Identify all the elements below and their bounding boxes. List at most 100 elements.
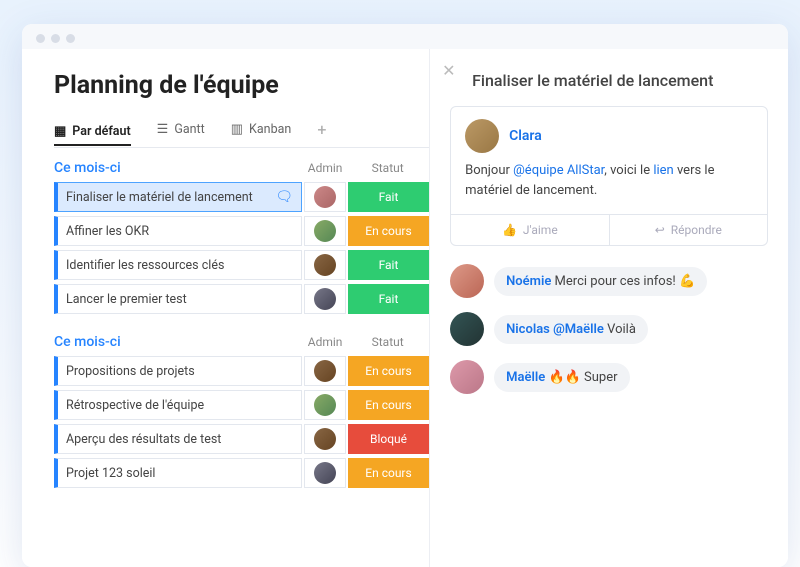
conversation-icon[interactable]: 🗨 (275, 189, 293, 205)
panel-title: Finaliser le matériel de lancement (472, 71, 768, 90)
task-name: Projet 123 soleil (66, 466, 155, 481)
comments: Noémie Merci pour ces infos! 💪 Nicolas @… (450, 264, 768, 394)
col-admin: Admin (304, 161, 346, 175)
mention-link[interactable]: @équipe AllStar (513, 163, 604, 178)
table-row: Propositions de projets En cours (54, 356, 429, 386)
commenter-name[interactable]: Maëlle (506, 370, 545, 385)
tab-kanban[interactable]: ▥ Kanban (231, 118, 292, 141)
view-tabs: ▦ Par défaut ☰ Gantt ▥ Kanban + (54, 118, 429, 148)
thumbs-up-icon: 👍 (502, 223, 517, 237)
status-cell[interactable]: Fait (348, 182, 429, 212)
table-row: Rétrospective de l'équipe En cours (54, 390, 429, 420)
task-cell[interactable]: Lancer le premier test (54, 284, 302, 314)
tab-default[interactable]: ▦ Par défaut (54, 120, 131, 146)
card-actions: 👍 J'aime ↩ Répondre (451, 214, 767, 245)
avatar (450, 360, 484, 394)
avatar (314, 288, 336, 310)
reply-button[interactable]: ↩ Répondre (609, 215, 767, 245)
task-name: Identifier les ressources clés (66, 258, 224, 273)
status-cell[interactable]: Bloqué (348, 424, 429, 454)
update-card: Clara Bonjour @équipe AllStar, voici le … (450, 106, 768, 246)
comment-text: 🔥🔥 Super (545, 370, 617, 385)
admin-cell[interactable] (304, 390, 346, 420)
reply-icon: ↩ (655, 223, 665, 237)
status-cell[interactable]: En cours (348, 216, 429, 246)
comment-bubble[interactable]: Maëlle 🔥🔥 Super (494, 363, 629, 392)
kanban-icon: ▥ (231, 122, 243, 137)
groups: Ce mois-ci Admin Statut Finaliser le mat… (54, 160, 429, 488)
task-group: Ce mois-ci Admin Statut Propositions de … (54, 334, 429, 488)
avatar (465, 119, 499, 153)
group-title[interactable]: Ce mois-ci (54, 160, 304, 176)
comment-text: Merci pour ces infos! 💪 (551, 274, 695, 289)
task-name: Affiner les OKR (66, 224, 149, 239)
task-cell[interactable]: Propositions de projets (54, 356, 302, 386)
task-name: Rétrospective de l'équipe (66, 398, 204, 413)
table-row: Aperçu des résultats de test Bloqué (54, 424, 429, 454)
content-area: Planning de l'équipe ▦ Par défaut ☰ Gant… (22, 49, 788, 567)
comment-row: Maëlle 🔥🔥 Super (450, 360, 768, 394)
avatar (314, 360, 336, 382)
gantt-icon: ☰ (157, 122, 169, 137)
admin-cell[interactable] (304, 216, 346, 246)
main-panel: Planning de l'équipe ▦ Par défaut ☰ Gant… (22, 49, 429, 567)
status-cell[interactable]: En cours (348, 390, 429, 420)
task-cell[interactable]: Identifier les ressources clés (54, 250, 302, 280)
task-cell[interactable]: Projet 123 soleil (54, 458, 302, 488)
comment-bubble[interactable]: Nicolas @Maëlle Voilà (494, 315, 648, 344)
like-button[interactable]: 👍 J'aime (451, 215, 608, 245)
avatar (450, 312, 484, 346)
status-cell[interactable]: Fait (348, 250, 429, 280)
comment-bubble[interactable]: Noémie Merci pour ces infos! 💪 (494, 267, 707, 296)
commenter-name[interactable]: Nicolas (506, 322, 550, 337)
col-status: Statut (346, 161, 429, 175)
task-name: Propositions de projets (66, 364, 195, 379)
tab-label: Par défaut (72, 124, 130, 139)
table-icon: ▦ (54, 124, 66, 139)
table-row: Identifier les ressources clés Fait (54, 250, 429, 280)
status-cell[interactable]: Fait (348, 284, 429, 314)
admin-cell[interactable] (304, 458, 346, 488)
task-cell[interactable]: Aperçu des résultats de test (54, 424, 302, 454)
avatar (314, 462, 336, 484)
col-status: Statut (346, 335, 429, 349)
admin-cell[interactable] (304, 250, 346, 280)
admin-cell[interactable] (304, 356, 346, 386)
avatar (314, 220, 336, 242)
status-cell[interactable]: En cours (348, 458, 429, 488)
commenter-name[interactable]: Noémie (506, 274, 551, 289)
mention-link[interactable]: @Maëlle (550, 322, 604, 337)
window-dots (22, 24, 788, 49)
tab-label: Kanban (249, 122, 291, 137)
comment-row: Noémie Merci pour ces infos! 💪 (450, 264, 768, 298)
avatar (314, 254, 336, 276)
table-row: Projet 123 soleil En cours (54, 458, 429, 488)
status-cell[interactable]: En cours (348, 356, 429, 386)
task-cell[interactable]: Finaliser le matériel de lancement 🗨 (54, 182, 302, 212)
update-message: Bonjour @équipe AllStar, voici le lien v… (465, 161, 753, 200)
attachment-link[interactable]: lien (653, 163, 673, 178)
task-cell[interactable]: Affiner les OKR (54, 216, 302, 246)
table-row: Finaliser le matériel de lancement 🗨 Fait (54, 182, 429, 212)
tab-label: Gantt (174, 122, 204, 137)
admin-cell[interactable] (304, 284, 346, 314)
table-row: Lancer le premier test Fait (54, 284, 429, 314)
avatar (314, 428, 336, 450)
avatar (314, 186, 336, 208)
close-icon[interactable]: ✕ (442, 61, 455, 80)
task-name: Finaliser le matériel de lancement (66, 190, 253, 205)
add-view-button[interactable]: + (317, 120, 326, 139)
admin-cell[interactable] (304, 182, 346, 212)
details-panel: ✕ Finaliser le matériel de lancement Cla… (429, 49, 788, 567)
task-name: Lancer le premier test (66, 292, 187, 307)
task-cell[interactable]: Rétrospective de l'équipe (54, 390, 302, 420)
admin-cell[interactable] (304, 424, 346, 454)
avatar (314, 394, 336, 416)
task-name: Aperçu des résultats de test (66, 432, 221, 447)
comment-text: Voilà (604, 322, 636, 337)
tab-gantt[interactable]: ☰ Gantt (157, 118, 205, 141)
page-title: Planning de l'équipe (54, 71, 429, 100)
comment-row: Nicolas @Maëlle Voilà (450, 312, 768, 346)
author-name[interactable]: Clara (509, 128, 542, 144)
group-title[interactable]: Ce mois-ci (54, 334, 304, 350)
